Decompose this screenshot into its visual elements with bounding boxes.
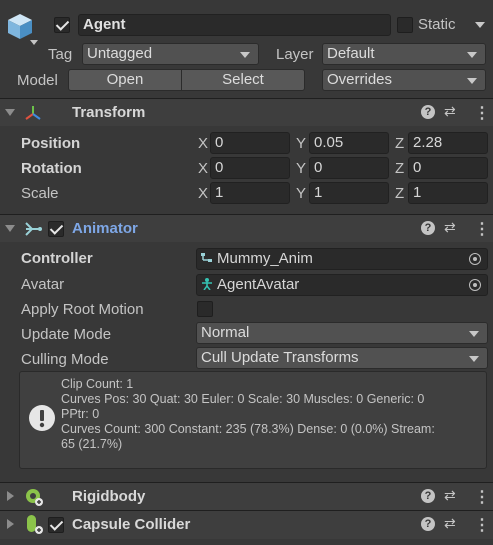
prefab-cube-icon <box>8 14 32 39</box>
scale-label: Scale <box>21 185 59 202</box>
culling-mode-value: Cull Update Transforms <box>201 349 359 366</box>
apply-root-motion-checkbox[interactable] <box>197 301 213 317</box>
avatar-label: Avatar <box>21 276 65 293</box>
help-icon[interactable]: ? <box>421 517 435 531</box>
rigidbody-header[interactable]: Rigidbody ? ⇄ ⋮ <box>0 482 493 510</box>
rotation-y-field[interactable]: 0 <box>309 157 389 179</box>
chevron-down-icon <box>469 356 479 362</box>
layer-label: Layer <box>276 46 314 63</box>
axis-z-label[interactable]: Z <box>395 185 404 202</box>
chevron-down-icon[interactable] <box>30 40 38 45</box>
rotation-z-field[interactable]: 0 <box>408 157 488 179</box>
kebab-menu-icon[interactable]: ⋮ <box>474 487 490 507</box>
help-icon[interactable]: ? <box>421 221 435 235</box>
update-mode-label: Update Mode <box>21 326 112 343</box>
animator-enabled-checkbox[interactable] <box>48 221 64 237</box>
scale-y-field[interactable]: 1 <box>309 182 389 204</box>
object-name-field[interactable]: Agent <box>78 14 391 36</box>
select-button[interactable]: Select <box>181 69 305 91</box>
axis-x-label[interactable]: X <box>198 185 208 202</box>
capsule-collider-icon <box>27 515 43 534</box>
animator-icon <box>25 222 42 236</box>
open-button[interactable]: Open <box>68 69 182 91</box>
info-line: Clip Count: 1 <box>61 377 134 391</box>
capsule-collider-header[interactable]: Capsule Collider ? ⇄ ⋮ <box>0 510 493 539</box>
info-line: PPtr: 0 <box>61 407 100 421</box>
model-label: Model <box>17 72 58 89</box>
overrides-dropdown[interactable]: Overrides <box>322 69 486 91</box>
static-dropdown-icon[interactable] <box>475 22 485 28</box>
tag-dropdown[interactable]: Untagged <box>82 43 259 65</box>
rigidbody-icon <box>26 489 43 506</box>
foldout-collapsed-icon[interactable] <box>7 491 14 501</box>
static-checkbox[interactable] <box>397 17 413 33</box>
overrides-value: Overrides <box>327 71 393 88</box>
info-line: Curves Count: 300 Constant: 235 (78.3%) … <box>61 422 435 436</box>
tag-label: Tag <box>48 46 73 63</box>
kebab-menu-icon[interactable]: ⋮ <box>474 515 490 535</box>
layer-value: Default <box>327 45 375 62</box>
rigidbody-title: Rigidbody <box>72 488 146 505</box>
position-y-field[interactable]: 0.05 <box>309 132 389 154</box>
capsule-collider-title: Capsule Collider <box>72 516 191 533</box>
tag-value: Untagged <box>87 45 153 62</box>
avatar-field[interactable]: AgentAvatar <box>196 274 488 296</box>
position-z-field[interactable]: 2.28 <box>408 132 488 154</box>
animator-info-box: Clip Count: 1 Curves Pos: 30 Quat: 30 Eu… <box>19 371 487 469</box>
controller-field[interactable]: Mummy_Anim <box>196 248 488 270</box>
foldout-collapsed-icon[interactable] <box>7 519 14 529</box>
kebab-menu-icon[interactable]: ⋮ <box>474 219 490 239</box>
transform-title: Transform <box>72 104 146 121</box>
axis-y-label[interactable]: Y <box>296 185 306 202</box>
controller-label: Controller <box>21 250 93 267</box>
update-mode-value: Normal <box>201 324 250 341</box>
kebab-menu-icon[interactable]: ⋮ <box>474 103 490 123</box>
scale-z-field[interactable]: 1 <box>408 182 488 204</box>
foldout-expanded-icon[interactable] <box>5 109 15 116</box>
controller-value: Mummy_Anim <box>217 250 313 267</box>
static-label: Static <box>418 16 456 33</box>
info-line: 65 (21.7%) <box>61 437 123 451</box>
preset-icon[interactable]: ⇄ <box>444 103 456 120</box>
animator-title: Animator <box>72 220 138 237</box>
chevron-down-icon <box>469 331 479 337</box>
culling-mode-dropdown[interactable]: Cull Update Transforms <box>196 347 488 369</box>
help-icon[interactable]: ? <box>421 105 435 119</box>
axis-z-label[interactable]: Z <box>395 160 404 177</box>
animator-controller-icon <box>201 253 212 262</box>
transform-axes-icon <box>25 106 41 120</box>
object-picker-icon[interactable] <box>469 279 481 291</box>
apply-root-motion-label: Apply Root Motion <box>21 301 144 318</box>
chevron-down-icon <box>467 78 477 84</box>
info-icon <box>29 405 55 431</box>
foldout-expanded-icon[interactable] <box>5 225 15 232</box>
axis-x-label[interactable]: X <box>198 160 208 177</box>
avatar-icon <box>202 278 212 290</box>
preset-icon[interactable]: ⇄ <box>444 219 456 236</box>
axis-x-label[interactable]: X <box>198 135 208 152</box>
preset-icon[interactable]: ⇄ <box>444 515 456 532</box>
layer-dropdown[interactable]: Default <box>322 43 486 65</box>
position-label: Position <box>21 135 81 152</box>
chevron-down-icon <box>467 52 477 58</box>
position-x-field[interactable]: 0 <box>210 132 290 154</box>
object-picker-icon[interactable] <box>469 253 481 265</box>
avatar-value: AgentAvatar <box>217 276 300 293</box>
scale-x-field[interactable]: 1 <box>210 182 290 204</box>
rotation-x-field[interactable]: 0 <box>210 157 290 179</box>
culling-mode-label: Culling Mode <box>21 351 109 368</box>
info-line: Curves Pos: 30 Quat: 30 Euler: 0 Scale: … <box>61 392 425 406</box>
axis-y-label[interactable]: Y <box>296 135 306 152</box>
axis-z-label[interactable]: Z <box>395 135 404 152</box>
update-mode-dropdown[interactable]: Normal <box>196 322 488 344</box>
chevron-down-icon <box>240 52 250 58</box>
transform-header[interactable]: Transform ? ⇄ ⋮ <box>0 98 493 126</box>
preset-icon[interactable]: ⇄ <box>444 487 456 504</box>
active-checkbox[interactable] <box>54 17 70 33</box>
animator-header[interactable]: Animator ? ⇄ ⋮ <box>0 214 493 242</box>
axis-y-label[interactable]: Y <box>296 160 306 177</box>
rotation-label: Rotation <box>21 160 82 177</box>
capsule-collider-enabled-checkbox[interactable] <box>48 517 64 533</box>
help-icon[interactable]: ? <box>421 489 435 503</box>
